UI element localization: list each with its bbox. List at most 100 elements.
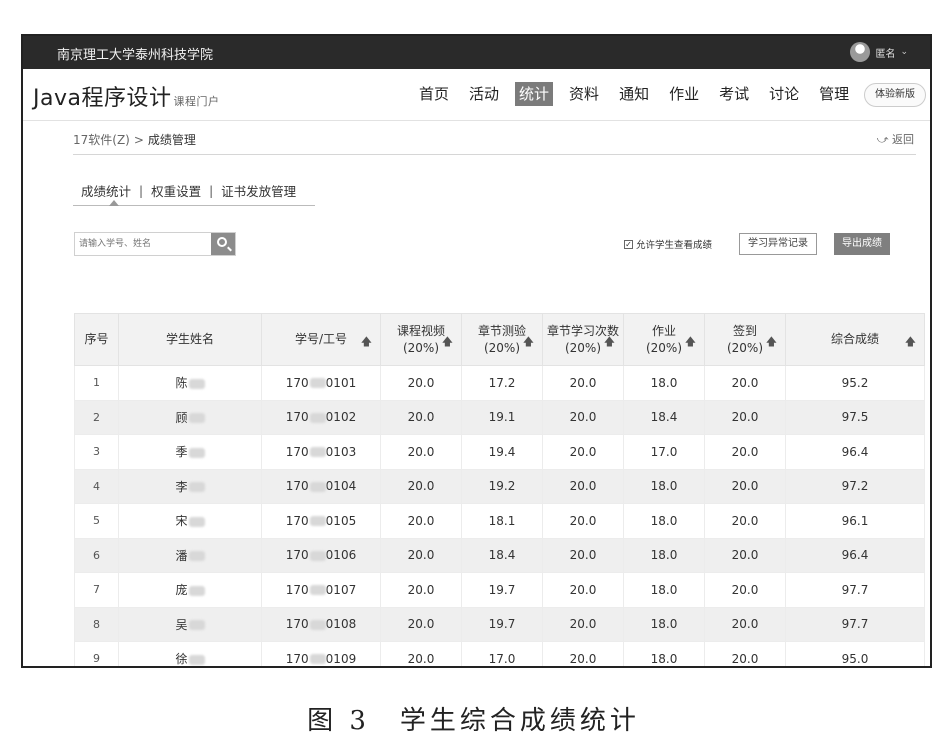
redaction-blur xyxy=(309,481,326,492)
sort-arrow-icon[interactable]: 🡅 xyxy=(905,333,916,350)
student-name: 庞 xyxy=(175,583,188,598)
student-name: 潘 xyxy=(175,548,188,563)
col-study[interactable]: 章节学习次数 (20%) 🡅 xyxy=(542,313,624,366)
col-total[interactable]: 综合成绩 🡅 xyxy=(785,313,925,366)
cell-id: 170 0104 xyxy=(261,468,381,504)
chevron-down-icon: ⌄ xyxy=(900,47,908,57)
tab-certificate-management[interactable]: 证书发放管理 xyxy=(213,181,304,200)
cell-index: 2 xyxy=(74,399,119,435)
abnormal-records-button[interactable]: 学习异常记录 xyxy=(739,233,817,255)
redaction-blur xyxy=(309,516,326,527)
allow-view-grades[interactable]: ✓ 允许学生查看成绩 xyxy=(624,237,712,251)
sort-arrow-icon[interactable]: 🡅 xyxy=(442,333,453,350)
cell-signin: 20.0 xyxy=(704,641,786,666)
redaction-blur xyxy=(188,447,205,458)
nav-item[interactable]: 统计 xyxy=(515,82,554,106)
student-id-prefix: 170 xyxy=(285,582,309,597)
cell-quiz: 18.1 xyxy=(461,503,543,539)
search-box xyxy=(74,232,236,256)
cell-signin: 20.0 xyxy=(704,399,786,435)
redaction-blur xyxy=(188,413,205,424)
cell-index: 7 xyxy=(74,572,119,608)
search-button[interactable] xyxy=(211,233,235,255)
student-name: 顾 xyxy=(175,410,188,425)
col-id[interactable]: 学号/工号 🡅 xyxy=(261,313,381,366)
cell-signin: 20.0 xyxy=(704,572,786,608)
tab-weight-settings[interactable]: 权重设置 xyxy=(143,181,209,200)
redaction-blur xyxy=(188,620,205,631)
student-id-prefix: 170 xyxy=(285,617,309,632)
cell-study: 20.0 xyxy=(542,399,624,435)
cell-index: 6 xyxy=(74,537,119,573)
table-row: 9 徐 170 0109 20.0 17.0 20.0 18.0 20.0 95.0 xyxy=(74,641,925,667)
cell-video: 20.0 xyxy=(380,434,462,470)
sort-arrow-icon[interactable]: 🡅 xyxy=(523,333,534,350)
cell-homework: 18.0 xyxy=(623,365,705,401)
search-input[interactable] xyxy=(75,233,211,255)
student-id-suffix: 0108 xyxy=(325,617,357,632)
avatar xyxy=(850,42,871,62)
cell-homework: 17.0 xyxy=(623,434,705,470)
student-id-prefix: 170 xyxy=(285,548,309,563)
col-video-label: 课程视频 xyxy=(396,323,445,338)
sort-arrow-icon[interactable]: 🡅 xyxy=(766,333,777,350)
grades-table: 序号 学生姓名 学号/工号 🡅 课程视频 (20%) 🡅 章节测验 (20%) 🡅 章节学… xyxy=(74,313,925,667)
sort-arrow-icon[interactable]: 🡅 xyxy=(685,333,696,350)
cell-video: 20.0 xyxy=(380,606,462,642)
student-name: 吴 xyxy=(175,617,188,632)
nav-item[interactable]: 首页 xyxy=(415,82,453,106)
student-id-prefix: 170 xyxy=(285,651,309,666)
nav-item[interactable]: 作业 xyxy=(665,82,703,106)
student-name: 李 xyxy=(175,479,188,494)
cell-quiz: 17.2 xyxy=(461,365,543,401)
redaction-blur xyxy=(309,447,326,458)
cell-study: 20.0 xyxy=(542,641,624,666)
cell-index: 5 xyxy=(74,503,119,539)
active-tab-caret-icon xyxy=(109,200,119,206)
try-new-version-button[interactable]: 体验新版 xyxy=(864,83,926,107)
user-menu[interactable]: 匿名 ⌄ xyxy=(850,42,908,62)
col-homework[interactable]: 作业 (20%) 🡅 xyxy=(623,313,705,366)
cell-homework: 18.0 xyxy=(623,641,705,666)
cell-id: 170 0103 xyxy=(261,434,381,470)
col-signin-label: 签到 xyxy=(732,323,757,338)
divider xyxy=(73,154,916,155)
nav-item[interactable]: 资料 xyxy=(565,82,603,106)
cell-total: 97.7 xyxy=(785,572,925,608)
cell-index: 1 xyxy=(74,365,119,401)
back-link[interactable]: ⤻ 返回 xyxy=(877,131,914,147)
cell-homework: 18.0 xyxy=(623,503,705,539)
student-name: 徐 xyxy=(175,652,188,667)
cell-homework: 18.0 xyxy=(623,572,705,608)
cell-id: 170 0107 xyxy=(261,572,381,608)
student-id-prefix: 170 xyxy=(285,444,309,459)
table-row: 7 庞 170 0107 20.0 19.7 20.0 18.0 20.0 97.7 xyxy=(74,572,925,608)
nav-item[interactable]: 考试 xyxy=(715,82,753,106)
student-id-suffix: 0103 xyxy=(325,444,357,459)
nav-item[interactable]: 通知 xyxy=(615,82,653,106)
breadcrumb-class[interactable]: 17软件(Z) xyxy=(73,133,130,147)
col-video[interactable]: 课程视频 (20%) 🡅 xyxy=(380,313,462,366)
cell-video: 20.0 xyxy=(380,572,462,608)
sort-arrow-icon[interactable]: 🡅 xyxy=(361,333,372,350)
col-video-weight: (20%) xyxy=(402,340,440,355)
export-grades-button[interactable]: 导出成绩 xyxy=(834,233,890,255)
course-portal-label: 课程门户 xyxy=(173,95,220,108)
cell-signin: 20.0 xyxy=(704,537,786,573)
col-signin[interactable]: 签到 (20%) 🡅 xyxy=(704,313,786,366)
tab-grade-stats[interactable]: 成绩统计 xyxy=(73,181,139,200)
cell-name: 吴 xyxy=(118,606,262,642)
nav-item[interactable]: 讨论 xyxy=(765,82,803,106)
col-name-label: 学生姓名 xyxy=(165,332,214,346)
course-title: Java程序设计 课程门户 xyxy=(33,80,219,112)
sort-arrow-icon[interactable]: 🡅 xyxy=(604,333,615,350)
student-id-prefix: 170 xyxy=(285,479,309,494)
col-study-weight: (20%) xyxy=(564,340,602,355)
nav-item[interactable]: 管理 xyxy=(815,82,853,106)
main-nav: 首页 活动 统计 资料 通知 作业 考试 讨论 管理 xyxy=(415,82,853,106)
checkbox-checked-icon[interactable]: ✓ xyxy=(624,239,633,249)
nav-item[interactable]: 活动 xyxy=(465,82,503,106)
col-quiz[interactable]: 章节测验 (20%) 🡅 xyxy=(461,313,543,366)
user-name: 匿名 xyxy=(875,48,896,60)
course-header: Java程序设计 课程门户 首页 活动 统计 资料 通知 作业 考试 讨论 管理 体验新版 xyxy=(23,69,930,121)
